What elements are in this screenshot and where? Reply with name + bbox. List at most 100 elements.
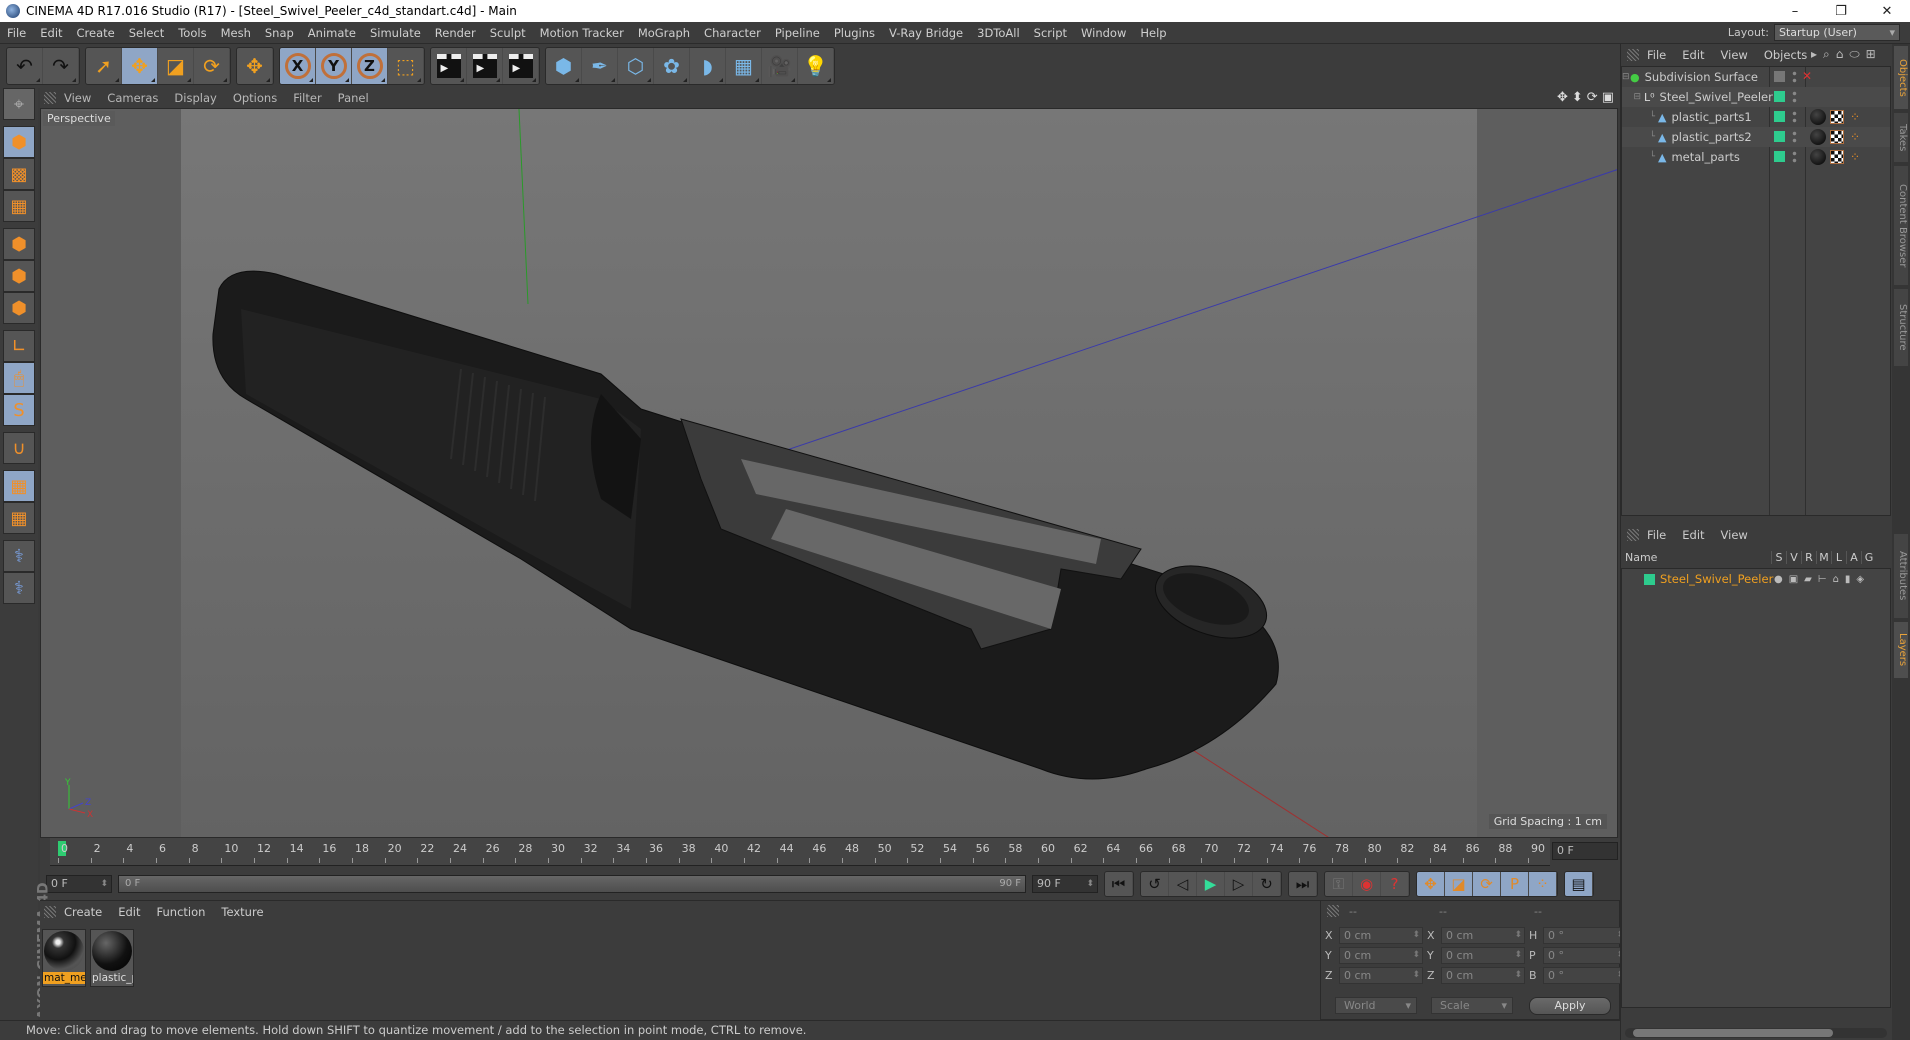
end-frame-field[interactable]: 90 F <box>1032 875 1098 893</box>
tree-expander[interactable]: ⊟ <box>1622 92 1644 102</box>
layer-row[interactable]: Steel_Swivel_Peeler ●▣▰⊢⌂▮◈ <box>1622 569 1890 589</box>
object-row[interactable]: └ ▲ plastic_parts1 ⁘ <box>1622 107 1890 127</box>
texture-mode-button[interactable]: ▩ <box>3 158 35 190</box>
menu-script[interactable]: Script <box>1027 26 1074 40</box>
texture-tag-icon[interactable] <box>1830 110 1844 124</box>
start-frame-field[interactable]: 0 F <box>46 875 112 893</box>
live-select-button[interactable]: ➚ <box>86 48 122 84</box>
menu-3dtoall[interactable]: 3DToAll <box>970 26 1027 40</box>
menu-edit[interactable]: Edit <box>33 26 69 40</box>
coord-system-button[interactable]: ⬚ <box>388 48 424 84</box>
menu-animate[interactable]: Animate <box>301 26 363 40</box>
key-pla-button[interactable]: ⁘ <box>1529 872 1557 896</box>
render-settings-button[interactable] <box>503 48 539 84</box>
workplane-lock-button[interactable]: ▦ <box>3 470 35 502</box>
goto-start-button[interactable]: ⏮ <box>1105 872 1133 896</box>
side-tab-takes[interactable]: Takes <box>1894 113 1908 162</box>
recent-tool-button[interactable]: ✥ <box>237 48 273 84</box>
axis-mode-button[interactable]: ∟ <box>3 330 35 362</box>
visibility-dots[interactable] <box>1792 70 1797 84</box>
menu-plugins[interactable]: Plugins <box>827 26 882 40</box>
next-key-button[interactable]: ↻ <box>1253 872 1281 896</box>
panel-grip-icon[interactable] <box>1627 49 1639 61</box>
layer-col-r[interactable]: R <box>1801 550 1816 564</box>
visibility-dots[interactable] <box>1792 130 1797 144</box>
python-1-button[interactable]: ⚕ <box>3 540 35 572</box>
material-swatch[interactable]: mat_met <box>42 929 86 987</box>
viewport-camera-label[interactable]: Perspective <box>43 111 115 126</box>
undo-button[interactable]: ↶ <box>7 48 43 84</box>
object-row[interactable]: └ ▲ metal_parts ⁘ <box>1622 147 1890 167</box>
layout-dropdown[interactable]: Startup (User) <box>1774 24 1900 41</box>
layer-menu-view[interactable]: View <box>1713 528 1756 542</box>
scale-button[interactable]: ◪ <box>158 48 194 84</box>
camera-button[interactable]: 🎥 <box>762 48 798 84</box>
coord-field-z2[interactable]: 0 cm <box>1441 967 1525 984</box>
side-tab-structure[interactable]: Structure <box>1894 289 1908 366</box>
viewport-pan-icon[interactable]: ✥ <box>1557 90 1568 105</box>
viewport-menu-panel[interactable]: Panel <box>330 91 377 105</box>
viewport-rotate-icon[interactable]: ⟳ <box>1587 90 1598 105</box>
material-menu-edit[interactable]: Edit <box>110 905 148 919</box>
record-keys-button[interactable]: ⚿ <box>1325 872 1353 896</box>
cloner-button[interactable]: ✿ <box>654 48 690 84</box>
panel-grip-icon[interactable] <box>44 906 56 918</box>
floor-button[interactable]: ▦ <box>726 48 762 84</box>
prev-key-button[interactable]: ↺ <box>1141 872 1169 896</box>
material-swatch[interactable]: plastic_p <box>90 929 134 987</box>
material-menu-texture[interactable]: Texture <box>213 905 271 919</box>
viewport-menu-display[interactable]: Display <box>166 91 224 105</box>
layer-col-name[interactable]: Name <box>1621 551 1771 564</box>
object-name[interactable]: plastic_parts1 <box>1671 110 1751 124</box>
material-tag-icon[interactable] <box>1810 109 1826 125</box>
menu-simulate[interactable]: Simulate <box>363 26 428 40</box>
side-tab-attributes[interactable]: Attributes <box>1894 534 1908 618</box>
panel-grip-icon[interactable] <box>1327 905 1339 917</box>
layer-col-v[interactable]: V <box>1786 550 1801 564</box>
texture-tag-icon[interactable] <box>1830 130 1844 144</box>
lock-z-button[interactable]: Z <box>352 48 388 84</box>
layer-name[interactable]: Steel_Swivel_Peeler <box>1660 572 1773 586</box>
light-button[interactable]: 💡 <box>798 48 834 84</box>
object-menu-edit[interactable]: Edit <box>1674 48 1712 62</box>
menu-help[interactable]: Help <box>1133 26 1173 40</box>
menu-create[interactable]: Create <box>70 26 122 40</box>
menu-character[interactable]: Character <box>697 26 768 40</box>
menu-select[interactable]: Select <box>122 26 171 40</box>
key-rotation-button[interactable]: ⟳ <box>1473 872 1501 896</box>
coord-field-y2[interactable]: 0 cm <box>1441 947 1525 964</box>
snap-button[interactable]: ∪ <box>3 432 35 464</box>
menu-v-ray-bridge[interactable]: V-Ray Bridge <box>882 26 970 40</box>
menu-window[interactable]: Window <box>1074 26 1133 40</box>
key-scale-button[interactable]: ◪ <box>1445 872 1473 896</box>
viewport-menu-options[interactable]: Options <box>225 91 285 105</box>
model-mode-button[interactable]: ⬢ <box>3 126 35 158</box>
menu-file[interactable]: File <box>0 26 33 40</box>
layer-color-swatch[interactable] <box>1774 91 1785 102</box>
vertex-map-tag-icon[interactable]: ⁘ <box>1850 150 1860 164</box>
visibility-dots[interactable] <box>1792 90 1797 104</box>
timeline-window-button[interactable]: ▤ <box>1565 872 1593 896</box>
material-tag-icon[interactable] <box>1810 129 1826 145</box>
points-mode-button[interactable]: ⬢ <box>3 228 35 260</box>
object-name[interactable]: Steel_Swivel_Peeler <box>1660 90 1773 104</box>
panel-grip-icon[interactable] <box>1627 529 1639 541</box>
object-name[interactable]: plastic_parts2 <box>1671 130 1751 144</box>
visibility-dots[interactable] <box>1792 150 1797 164</box>
workplane-align-button[interactable]: ▦ <box>3 502 35 534</box>
next-frame-button[interactable]: ▷ <box>1225 872 1253 896</box>
visibility-dots[interactable] <box>1792 110 1797 124</box>
solo-mode-button[interactable]: S <box>3 394 35 426</box>
move-button[interactable]: ✥ <box>122 48 158 84</box>
menu-mograph[interactable]: MoGraph <box>631 26 697 40</box>
material-menu-create[interactable]: Create <box>56 905 110 919</box>
coord-field-x1[interactable]: 0 cm <box>1339 927 1423 944</box>
disable-x-icon[interactable]: ✕ <box>1802 69 1812 83</box>
object-menu-file[interactable]: File <box>1639 48 1674 62</box>
frame-range-slider[interactable]: 0 F 90 F <box>118 875 1026 893</box>
object-menu-objects[interactable]: Objects <box>1756 48 1815 62</box>
material-tag-icon[interactable] <box>1810 149 1826 165</box>
texture-tag-icon[interactable] <box>1830 150 1844 164</box>
pen-button[interactable]: ✒ <box>582 48 618 84</box>
object-menu-view[interactable]: View <box>1713 48 1756 62</box>
